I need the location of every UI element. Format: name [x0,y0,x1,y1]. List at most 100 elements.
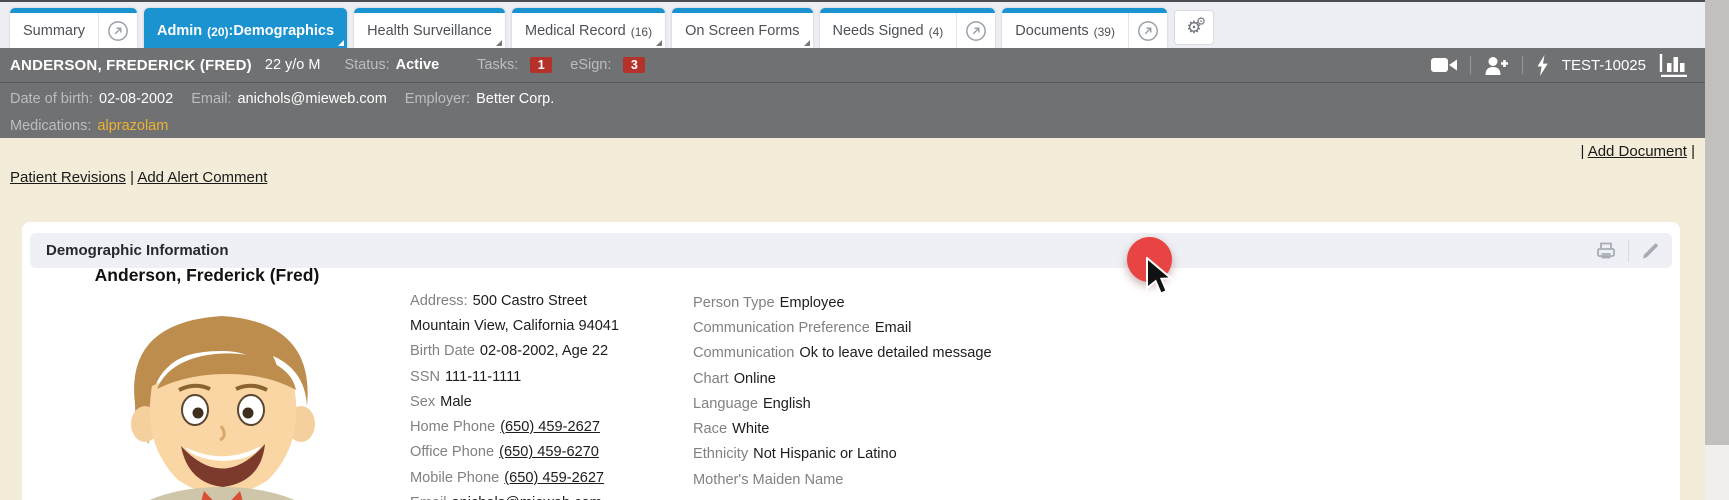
tab-label: Needs Signed (4) [820,13,957,48]
tab-needs-signed[interactable]: Needs Signed (4) [820,8,996,48]
field-label: Email [410,495,447,500]
tab-on-screen-forms[interactable]: On Screen Forms [672,8,812,48]
panel-title: Demographic Information [46,242,229,259]
tab-label: Summary [10,13,98,48]
field-row-person-type: Person TypeEmployee [693,290,992,315]
lightning-icon[interactable] [1536,55,1549,76]
tab-admin-demographics[interactable]: Admin (20):Demographics [144,8,347,48]
patient-name: ANDERSON, FREDERICK (FRED) [10,57,252,74]
field-value: 02-08-2002, Age 22 [480,343,608,359]
field-label: Sex [410,394,435,410]
vertical-scrollbar[interactable] [1705,0,1729,500]
add-person-icon[interactable] [1484,56,1509,75]
tab-label: Health Surveillance [354,13,505,48]
patient-revisions-link[interactable]: Patient Revisions [10,169,126,186]
tab-count: (39) [1094,25,1115,39]
medication-link[interactable]: alprazolam [97,118,168,134]
field-row-ethnicity: EthnicityNot Hispanic or Latino [693,442,992,467]
field-value: Male [440,394,472,410]
field-value: 500 Castro Street [473,293,587,309]
tab-label: Admin (20):Demographics [144,13,347,48]
field-row-home-phone: Home Phone (650) 459-2627 [410,414,619,439]
field-row-chart: Chart Online [693,366,992,391]
print-icon[interactable] [1595,241,1617,261]
tab-count: (16) [631,25,652,39]
field-label: SSN [410,369,440,385]
email-label: Email: [191,91,231,107]
field-row-language: LanguageEnglish [693,391,992,416]
employer-value: Better Corp. [476,91,554,107]
add-document-link[interactable]: Add Document [1588,143,1687,160]
demographics-panel-header: Demographic Information [30,233,1672,268]
patient-age-sex: 22 y/o M [265,57,321,73]
demographics-column-1: Address: 500 Castro Street Mountain View, … [410,288,619,500]
edit-pencil-icon[interactable] [1640,241,1660,261]
divider [1628,240,1629,262]
field-label: Communication [693,345,794,361]
scrollbar-thumb[interactable] [1705,0,1729,445]
tab-label: On Screen Forms [672,13,812,48]
pipe: | [130,169,134,186]
field-row-mobile-phone: Mobile Phone(650) 459-2627 [410,465,619,490]
patient-display-name: Anderson, Frederick (Fred) [42,265,372,286]
field-row-office-phone: Office Phone (650) 459-6270 [410,440,619,465]
tasks-count-badge[interactable]: 1 [530,57,552,73]
demographics-panel: Demographic Information Anderson, Freder… [22,222,1680,500]
tab-medical-record[interactable]: Medical Record (16) [512,8,665,48]
esign-count-badge[interactable]: 3 [623,57,645,73]
panel-header-icons [1595,240,1660,262]
settings-button[interactable]: ⚙ ⚙ [1174,10,1214,45]
field-label: Mother's Maiden Name [693,472,843,488]
field-row-mother-s-maiden-name: Mother's Maiden Name [693,467,992,492]
field-value-link[interactable]: anichols@mieweb.com [452,495,602,500]
medications-label: Medications: [10,118,91,134]
pipe: | [1580,143,1584,160]
field-row-birth-date: Birth Date 02-08-2002, Age 22 [410,339,619,364]
field-label: Office Phone [410,444,494,460]
tab-summary[interactable]: Summary [10,8,137,48]
field-label: Chart [693,371,729,387]
video-camera-icon[interactable] [1431,56,1457,74]
open-in-new-icon[interactable] [1128,13,1167,48]
divider [1470,56,1471,74]
field-row-communication-preference: Communication PreferenceEmail [693,315,992,340]
status-label: Status: [344,57,389,73]
field-label: Birth Date [410,343,475,359]
field-row-address: Address: 500 Castro Street [410,288,619,313]
mouse-cursor-icon [1146,257,1174,302]
field-value-link[interactable]: (650) 459-2627 [500,419,600,435]
pipe: | [1691,143,1695,160]
field-row-race: RaceWhite [693,416,992,441]
field-value-link[interactable]: (650) 459-6270 [499,444,599,460]
bar-chart-icon[interactable] [1659,54,1689,77]
tasks-label: Tasks: [477,57,518,73]
add-alert-comment-link[interactable]: Add Alert Comment [137,169,267,186]
esign-label: eSign: [570,57,611,73]
add-document-line: | Add Document | [1580,143,1695,160]
revision-links-line: Patient Revisions | Add Alert Comment [10,169,267,186]
field-row-continuation: Mountain View, California 94041 [410,313,619,338]
field-row-ssn: SSN 111-11-1111 [410,364,619,389]
field-value: Email [875,320,912,336]
open-in-new-icon[interactable] [956,13,995,48]
open-in-new-icon[interactable] [98,13,137,48]
patient-avatar [107,294,337,500]
tab-label: Medical Record (16) [512,13,665,48]
employer-label: Employer: [405,91,470,107]
field-label: Ethnicity [693,446,748,462]
field-label: Address: [410,293,468,309]
dob-label: Date of birth: [10,91,93,107]
chart-id: TEST-10025 [1562,57,1646,74]
tab-documents[interactable]: Documents (39) [1002,8,1167,48]
field-value: English [763,396,811,412]
field-value: Online [734,371,776,387]
field-value: Employee [780,295,845,311]
patient-header-row2: Date of birth: 02-08-2002 Email: anichol… [0,85,1705,112]
tab-health-surveillance[interactable]: Health Surveillance [354,8,505,48]
tab-count: (20) [207,25,228,39]
tab-count: (4) [929,25,944,39]
field-label: Home Phone [410,419,495,435]
field-value: 111-11-1111 [445,369,521,385]
tab-label: Documents (39) [1002,13,1128,48]
field-value-link[interactable]: (650) 459-2627 [504,470,604,486]
